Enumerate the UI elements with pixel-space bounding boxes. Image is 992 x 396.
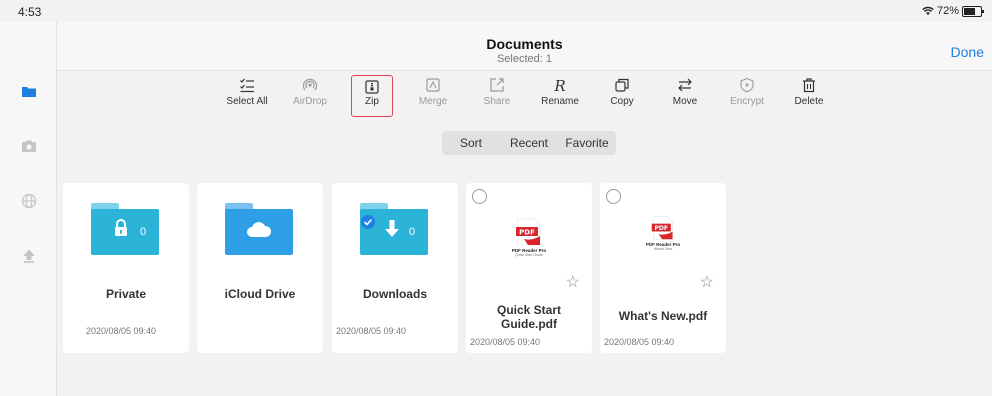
encrypt-button[interactable]: Encrypt [719,77,775,117]
trash-icon [803,78,815,93]
svg-text:PDF: PDF [519,229,535,237]
select-radio[interactable] [472,189,487,204]
share-icon [490,78,504,92]
delete-label: Delete [794,96,824,107]
download-arrow-icon [385,220,399,237]
airdrop-icon [302,78,318,91]
merge-button[interactable]: Merge [405,77,461,117]
folder-card-icloud-drive[interactable]: iCloud Drive [197,183,323,353]
thumb-subtitle: What's New [653,247,673,251]
item-date: 2020/08/05 09:40 [604,337,675,347]
battery-percent: 72% [936,5,959,17]
rename-button[interactable]: R Rename [532,77,588,117]
nav-header: Documents Selected: 1 Done [57,22,992,71]
item-name: Downloads [362,287,427,301]
status-time: 4:53 [18,5,42,19]
rename-label: Rename [541,96,579,107]
select-radio[interactable] [606,189,621,204]
rename-icon: R [553,77,565,93]
favorite-star-icon[interactable]: ☆ [566,275,580,291]
thumb-subtitle: Quick Start Guide [515,253,543,257]
svg-text:PDF: PDF [654,225,668,232]
folder-icon[interactable] [21,84,37,100]
app-frame: 4:53 72% Documents Selected: 1 Done Sele… [0,0,992,396]
item-date: 2020/08/05 09:40 [470,337,541,347]
encrypt-icon [740,77,754,93]
status-bar: 4:53 72% [0,0,992,22]
pdf-thumbnail: PDF PDF Reader Pro Quick Start Guide [499,217,559,257]
wifi-icon [922,6,934,15]
file-card-quick-start-guide[interactable]: PDF PDF Reader Pro Quick Start Guide ☆ Q… [466,183,592,353]
selection-count: Selected: 1 [496,53,553,65]
folder-icon [225,203,293,255]
done-button[interactable]: Done [951,44,984,60]
zip-icon [365,80,379,94]
zip-label: Zip [365,96,379,107]
favorite-star-icon[interactable]: ☆ [700,275,714,291]
folder-count: 0 [409,226,416,238]
merge-label: Merge [418,96,448,107]
item-name: iCloud Drive [224,287,296,301]
copy-icon [615,78,629,92]
file-card-whats-new[interactable]: PDF PDF Reader Pro What's New ☆ What's N… [600,183,726,353]
select-all-button[interactable]: Select All [219,77,275,117]
sort-segmented-control: Sort Recent Favorite [442,131,616,155]
svg-text:R: R [553,77,565,93]
zip-button[interactable]: Zip [351,75,393,117]
share-label: Share [483,96,511,107]
folder-icon: 0 [360,203,428,255]
airdrop-button[interactable]: AirDrop [282,77,338,117]
pdf-logo: PDF [651,216,673,240]
select-all-icon [240,78,254,93]
globe-icon[interactable] [21,193,37,209]
pdf-logo: PDF [516,218,541,246]
cloud-icon [247,222,272,237]
action-toolbar: Select All AirDrop Zip Merge Share R Ren… [57,71,992,119]
item-date: 2020/08/05 09:40 [336,326,407,336]
item-date: 2020/08/05 09:40 [86,326,157,336]
merge-icon [426,78,440,92]
folder-card-downloads[interactable]: 0 Downloads 2020/08/05 09:40 [332,183,458,353]
folder-icon: 0 [91,203,159,255]
item-name: What's New.pdf [618,309,708,323]
move-icon [678,78,692,92]
share-button[interactable]: Share [469,77,525,117]
status-indicators: 72% [922,5,984,17]
battery-icon [962,5,984,17]
move-button[interactable]: Move [657,77,713,117]
checkmark-icon[interactable] [361,215,375,229]
move-label: Move [672,96,698,107]
encrypt-label: Encrypt [730,96,764,107]
sidebar [0,22,57,396]
segment-sort[interactable]: Sort [442,136,500,150]
lock-icon [115,219,127,236]
select-all-label: Select All [226,96,268,107]
folder-count: 0 [140,226,147,238]
pdf-thumbnail: PDF PDF Reader Pro What's New [633,215,693,251]
item-name: Private [105,287,147,301]
item-name: Quick Start Guide.pdf [496,303,562,331]
page-title: Documents [486,36,563,52]
copy-button[interactable]: Copy [594,77,650,117]
camera-icon[interactable] [21,138,37,154]
segment-favorite[interactable]: Favorite [558,136,616,150]
delete-button[interactable]: Delete [781,77,837,117]
copy-label: Copy [610,96,634,107]
airdrop-label: AirDrop [293,96,327,107]
folder-card-private[interactable]: 0 Private 2020/08/05 09:40 [63,183,189,353]
upload-icon[interactable] [21,248,37,264]
segment-recent[interactable]: Recent [500,136,558,150]
